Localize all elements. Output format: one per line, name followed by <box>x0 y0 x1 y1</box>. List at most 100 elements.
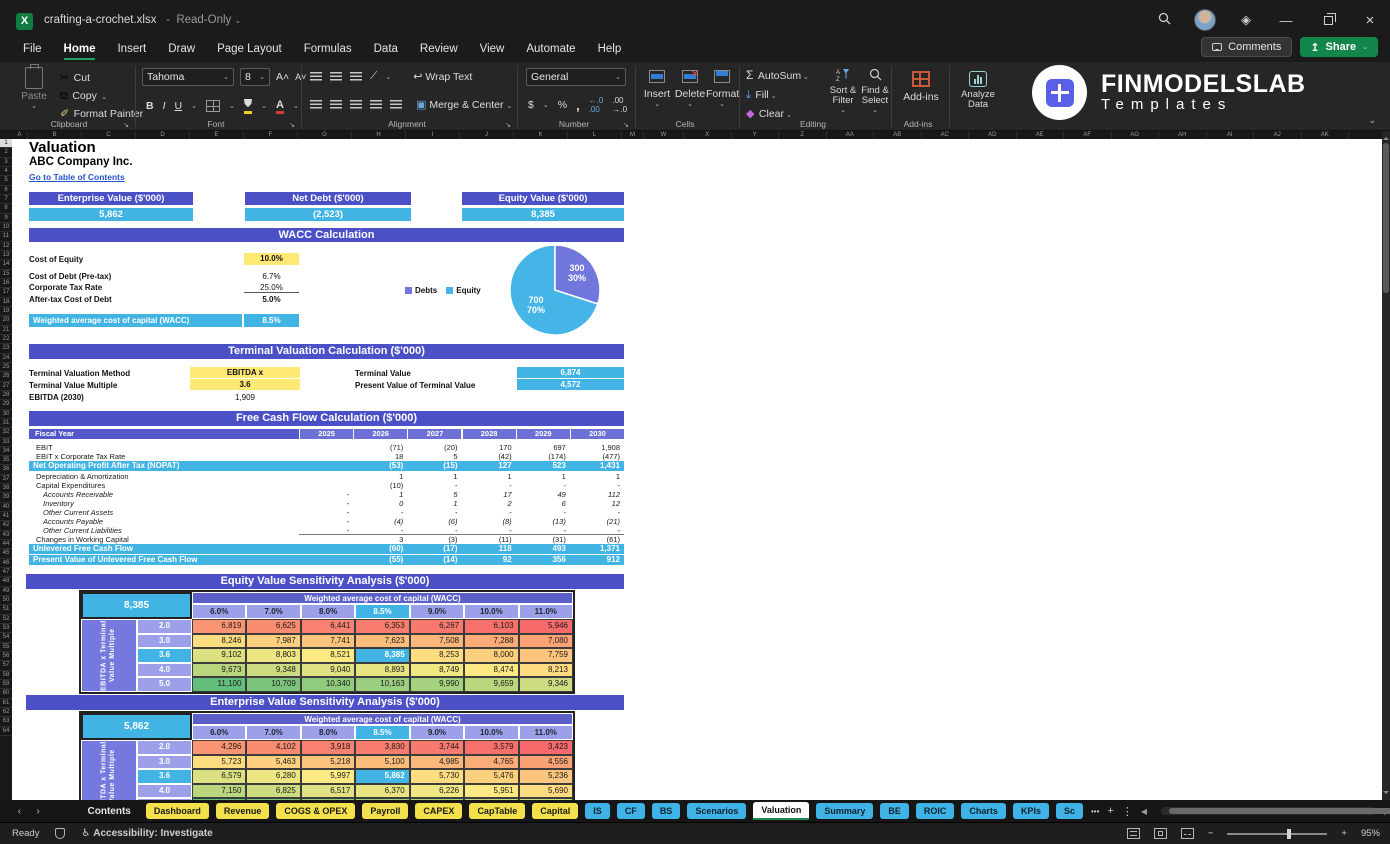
format-cells-button[interactable]: Format⌄ <box>706 70 738 108</box>
column-header-Z[interactable]: Z <box>779 131 827 139</box>
menu-view[interactable]: View <box>471 40 514 58</box>
accessibility-status[interactable]: ♿ Accessibility: Investigate <box>81 828 212 839</box>
align-right-icon[interactable] <box>350 100 362 109</box>
more-sheets-button[interactable]: ••• <box>1091 807 1099 816</box>
column-header-I[interactable]: I <box>406 131 460 139</box>
sort-filter-button[interactable]: AZ Sort & Filter⌄ <box>828 68 858 114</box>
merge-center-button[interactable]: ▣ Merge & Center ⌄ <box>416 98 512 111</box>
comma-button[interactable]: , <box>576 98 580 113</box>
search-icon[interactable] <box>1156 12 1172 28</box>
column-header-X[interactable]: X <box>684 131 732 139</box>
gem-icon[interactable]: ◈ <box>1238 12 1254 28</box>
cut-button[interactable]: ✂ Cut <box>60 68 90 86</box>
sheet-tab-be[interactable]: BE <box>880 803 909 819</box>
horizontal-scrollbar[interactable] <box>1161 807 1376 815</box>
borders-button[interactable] <box>206 100 220 112</box>
column-header-G[interactable]: G <box>298 131 352 139</box>
percent-button[interactable]: % <box>558 99 567 111</box>
column-header-W[interactable]: W <box>644 131 684 139</box>
fill-button[interactable]: ⤓ Fill ⌄ <box>746 85 777 103</box>
cost-of-equity-value[interactable]: 10.0% <box>244 253 299 265</box>
orientation-button[interactable]: ⟋ <box>370 70 377 83</box>
delete-cells-button[interactable]: ✕ Delete⌄ <box>674 70 706 108</box>
menu-data[interactable]: Data <box>365 40 407 58</box>
column-header-AJ[interactable]: AJ <box>1254 131 1302 139</box>
sheet-tab-captable[interactable]: CapTable <box>469 803 525 819</box>
align-bottom-icon[interactable] <box>350 72 362 81</box>
column-headers[interactable]: ABCDEFGHIJKLMWXYZAAABACADAEAFAGAHAIAJAK <box>0 131 1382 139</box>
column-header-C[interactable]: C <box>82 131 136 139</box>
sheet-tab-contents[interactable]: Contents <box>80 803 139 820</box>
menu-file[interactable]: File <box>14 40 51 58</box>
share-button[interactable]: ↥ Share ⌄ <box>1300 37 1378 57</box>
menu-review[interactable]: Review <box>411 40 467 58</box>
column-header-AG[interactable]: AG <box>1112 131 1160 139</box>
user-avatar[interactable] <box>1194 9 1216 31</box>
bold-button[interactable]: B <box>146 100 154 112</box>
toc-link[interactable]: Go to Table of Contents <box>29 172 125 182</box>
number-dialog-launcher[interactable]: ↘ <box>623 121 629 129</box>
column-header-M[interactable]: M <box>622 131 644 139</box>
column-header-K[interactable]: K <box>514 131 568 139</box>
column-header-Y[interactable]: Y <box>732 131 780 139</box>
add-sheet-button[interactable]: + <box>1107 805 1113 817</box>
sheet-tab-scenarios[interactable]: Scenarios <box>687 803 746 819</box>
menu-insert[interactable]: Insert <box>108 40 155 58</box>
analyze-data-button[interactable]: Analyze Data <box>956 71 1000 110</box>
column-header-L[interactable]: L <box>568 131 622 139</box>
currency-button[interactable]: $ <box>528 99 534 111</box>
column-header-AD[interactable]: AD <box>969 131 1017 139</box>
hscroll-left-icon[interactable]: ◀ <box>1141 807 1147 816</box>
align-left-icon[interactable] <box>310 100 322 109</box>
column-header-J[interactable]: J <box>460 131 514 139</box>
close-button[interactable]: × <box>1360 12 1380 29</box>
sheet-tab-payroll[interactable]: Payroll <box>362 803 408 819</box>
comments-button[interactable]: Comments <box>1201 37 1292 57</box>
worksheet[interactable]: ValuationABC Company Inc.Go to Table of … <box>0 139 1382 800</box>
font-name-select[interactable]: Tahoma⌄ <box>142 68 234 86</box>
normal-view-icon[interactable] <box>1127 828 1140 839</box>
autosum-button[interactable]: Σ AutoSum ⌄ <box>746 66 809 84</box>
tab-scroll-right-icon[interactable]: › <box>33 806 44 817</box>
zoom-out-button[interactable]: − <box>1208 828 1214 839</box>
find-select-button[interactable]: Find & Select⌄ <box>860 68 890 114</box>
collapse-ribbon-icon[interactable]: ⌄ <box>1368 115 1376 126</box>
column-header-B[interactable]: B <box>28 131 82 139</box>
font-dialog-launcher[interactable]: ↘ <box>289 121 295 129</box>
zoom-slider[interactable] <box>1227 833 1327 835</box>
sheet-tab-summary[interactable]: Summary <box>816 803 873 819</box>
font-color-button[interactable]: A <box>276 99 284 114</box>
column-header-E[interactable]: E <box>190 131 244 139</box>
tab-options-icon[interactable]: ⋮ <box>1122 805 1133 818</box>
menu-formulas[interactable]: Formulas <box>295 40 361 58</box>
wrap-text-button[interactable]: ↩ Wrap Text <box>413 70 472 83</box>
increase-decimal-button[interactable]: ←.0.00 <box>589 96 604 114</box>
menu-automate[interactable]: Automate <box>517 40 584 58</box>
sheet-tab-is[interactable]: IS <box>585 803 610 819</box>
terminal-multiple-value[interactable]: 3.6 <box>190 379 300 390</box>
number-format-select[interactable]: General⌄ <box>526 68 626 86</box>
decrease-indent-icon[interactable] <box>370 100 382 109</box>
menu-draw[interactable]: Draw <box>159 40 204 58</box>
sheet-tab-valuation[interactable]: Valuation <box>753 802 809 820</box>
minimize-button[interactable]: — <box>1276 13 1296 28</box>
column-header-A[interactable]: A <box>12 131 28 139</box>
clipboard-dialog-launcher[interactable]: ↘ <box>123 121 129 129</box>
sheet-tab-capital[interactable]: Capital <box>532 803 578 819</box>
menu-home[interactable]: Home <box>55 40 105 58</box>
menu-help[interactable]: Help <box>589 40 631 58</box>
align-middle-icon[interactable] <box>330 72 342 81</box>
increase-indent-icon[interactable] <box>390 100 402 109</box>
page-break-view-icon[interactable] <box>1181 828 1194 839</box>
font-size-select[interactable]: 8⌄ <box>240 68 270 86</box>
page-layout-view-icon[interactable] <box>1154 828 1167 839</box>
sheet-tab-capex[interactable]: CAPEX <box>415 803 462 819</box>
align-top-icon[interactable] <box>310 72 322 81</box>
column-header-AB[interactable]: AB <box>874 131 922 139</box>
sheet-tab-roic[interactable]: ROIC <box>916 803 955 819</box>
align-center-icon[interactable] <box>330 100 342 109</box>
sheet-tab-charts[interactable]: Charts <box>961 803 1006 819</box>
column-header-AC[interactable]: AC <box>922 131 970 139</box>
column-header-AH[interactable]: AH <box>1159 131 1207 139</box>
restore-button[interactable] <box>1318 13 1338 28</box>
